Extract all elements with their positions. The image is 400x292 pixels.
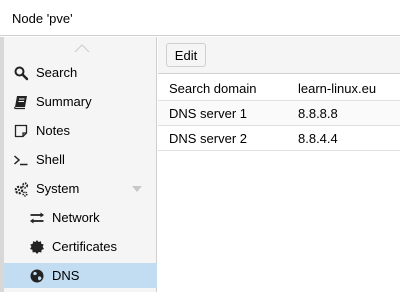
toolbar: Edit [158,37,400,74]
chevron-down-icon[interactable] [132,186,142,192]
dns-value: 8.8.8.8 [298,106,338,121]
terminal-icon [14,155,28,166]
window-title: Node 'pve' [12,11,73,26]
certificate-icon [30,240,44,254]
sidebar-item-label: Summary [36,94,92,109]
dns-key: Search domain [169,81,257,96]
table-row[interactable]: DNS server 2 8.8.4.4 [158,126,400,151]
sidebar-item-search[interactable]: Search [4,60,157,85]
edit-button[interactable]: Edit [166,43,206,67]
dns-key: DNS server 1 [169,106,248,121]
sidebar-item-system[interactable]: System [4,176,157,201]
search-icon [14,66,29,81]
globe-icon [30,269,44,283]
sidebar-item-label: Certificates [52,239,118,254]
exchange-icon [30,212,44,224]
book-icon [14,96,27,110]
sidebar-item-dns[interactable]: DNS [4,263,157,288]
dns-value: learn-linux.eu [298,81,377,96]
cogs-icon [14,182,29,197]
sidebar-item-notes[interactable]: Notes [4,118,157,143]
sidebar-item-certificates[interactable]: Certificates [4,234,157,259]
sidebar-item-label: Notes [36,123,70,138]
window-titlebar: Node 'pve' [0,0,400,36]
scroll-up-icon[interactable] [74,43,90,53]
notes-icon [14,124,28,138]
sidebar: Search Summary Notes Shell System Networ… [4,37,157,292]
sidebar-item-shell[interactable]: Shell [4,147,157,172]
dns-panel: Edit Search domain learn-linux.eu DNS se… [158,37,400,292]
sidebar-item-label: Shell [36,152,65,167]
sidebar-item-label: DNS [52,268,80,283]
dns-value: 8.8.4.4 [298,131,338,146]
sidebar-item-label: System [36,181,80,196]
sidebar-item-summary[interactable]: Summary [4,89,157,114]
dns-key: DNS server 2 [169,131,248,146]
sidebar-item-network[interactable]: Network [4,205,157,230]
sidebar-item-label: Network [52,210,100,225]
sidebar-item-label: Search [36,65,78,80]
table-row[interactable]: Search domain learn-linux.eu [158,76,400,101]
table-row[interactable]: DNS server 1 8.8.8.8 [158,101,400,126]
